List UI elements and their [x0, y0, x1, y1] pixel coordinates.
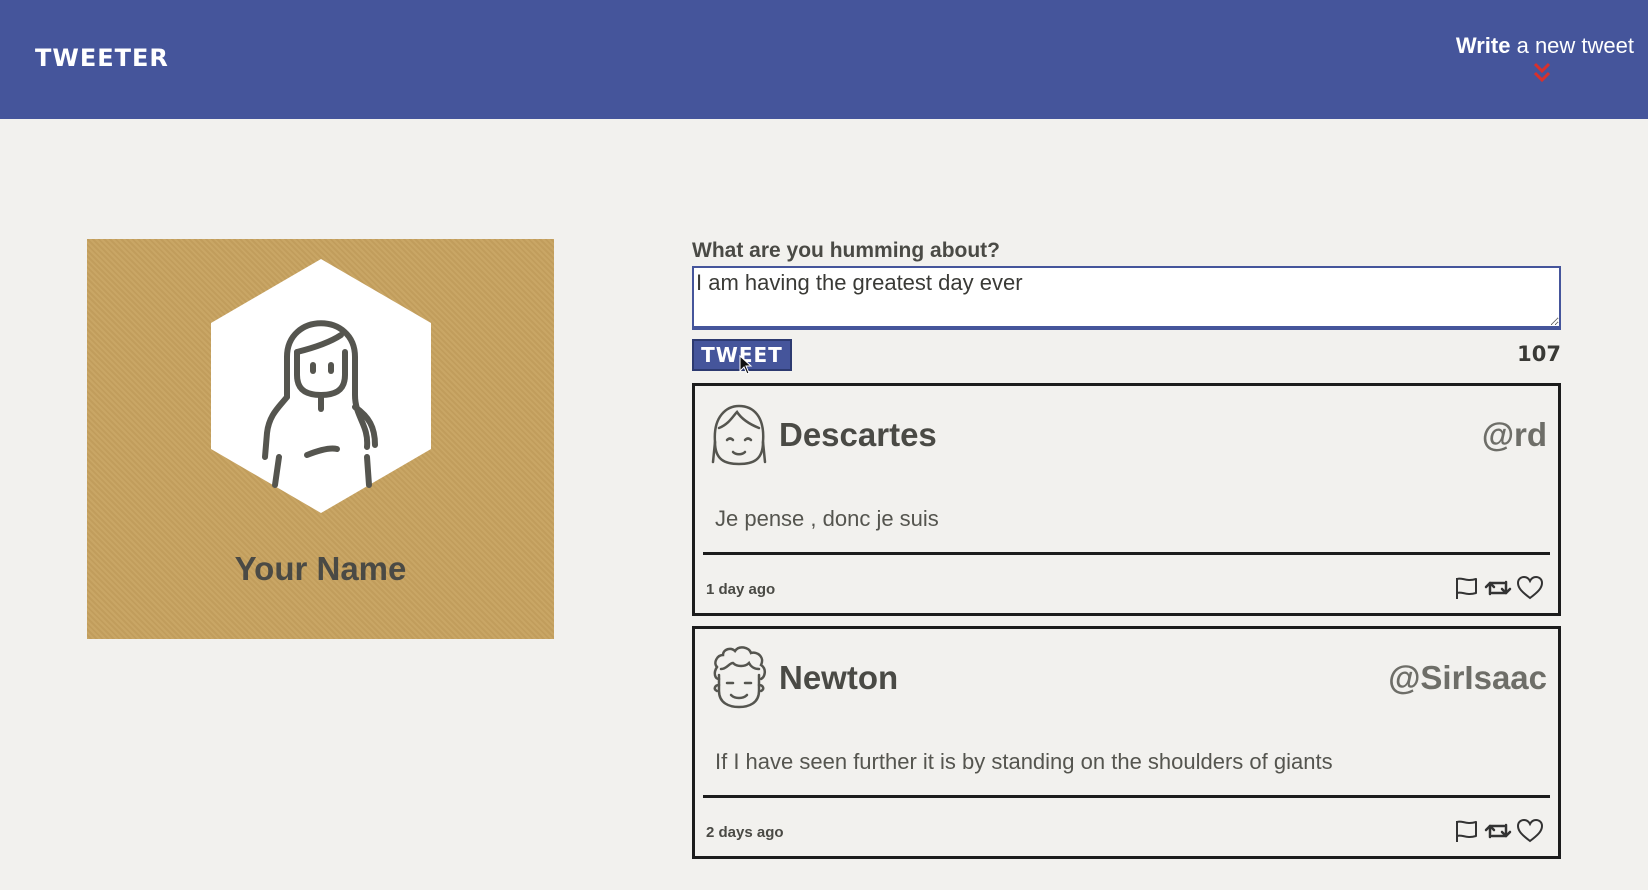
retweet-icon[interactable] [1484, 574, 1512, 602]
girl-face-icon [711, 404, 767, 466]
tweet-card: Newton @SirIsaac If I have seen further … [692, 626, 1561, 859]
compose-toggle-rest: a new tweet [1516, 33, 1634, 58]
tweet-timestamp: 2 days ago [706, 824, 784, 841]
char-counter: 107 [1517, 342, 1561, 366]
heart-icon[interactable] [1516, 574, 1544, 602]
brand-logo[interactable]: TWEETER [35, 44, 169, 72]
top-nav: TWEETER Write a new tweet [0, 0, 1648, 119]
tweet-author-handle: @rd [1481, 416, 1547, 453]
woman-avatar-icon [211, 259, 431, 513]
tweet-actions [1452, 817, 1548, 845]
flag-icon[interactable] [1452, 574, 1480, 602]
curly-hair-face-icon [713, 646, 766, 709]
flag-icon[interactable] [1452, 817, 1480, 845]
tweet-divider [703, 552, 1550, 555]
tweet-textarea[interactable]: I am having the greatest day ever [692, 266, 1561, 330]
tweet-timestamp: 1 day ago [706, 581, 776, 598]
tweet-actions [1452, 574, 1548, 602]
tweet-author-handle: @SirIsaac [1388, 659, 1547, 696]
retweet-icon[interactable] [1484, 817, 1512, 845]
compose-toggle-bold: Write [1455, 33, 1511, 58]
tweet-composer: What are you humming about? I am having … [692, 239, 1561, 375]
write-new-tweet-toggle[interactable]: Write a new tweet [1434, 33, 1634, 83]
tweet-body: If I have seen further it is by standing… [715, 749, 1333, 774]
tweet-author-name: Descartes [779, 416, 937, 453]
tweet-body: Je pense , donc je suis [715, 506, 939, 531]
tweet-author-name: Newton [779, 659, 899, 696]
tweet-card: Descartes @rd Je pense , donc je suis 1 … [692, 383, 1561, 616]
profile-name: Your Name [234, 550, 407, 587]
chevron-double-down-icon[interactable] [1533, 61, 1551, 85]
profile-card: Your Name [87, 239, 554, 639]
mouse-pointer-icon [739, 355, 753, 375]
heart-icon[interactable] [1516, 817, 1544, 845]
tweet-divider [703, 795, 1550, 798]
composer-label: What are you humming about? [692, 239, 1000, 262]
